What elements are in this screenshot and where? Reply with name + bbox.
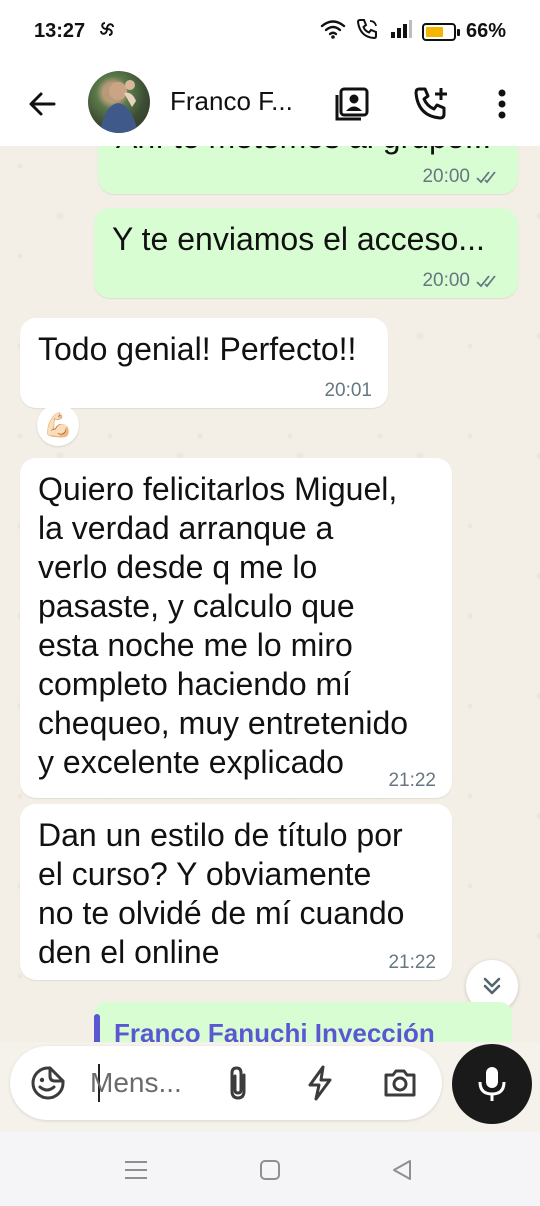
arrow-left-icon [29, 92, 56, 116]
message-bubble-incoming[interactable]: Quiero felicitarlos Miguel, la verdad ar… [20, 458, 452, 798]
add-call-button[interactable] [410, 82, 454, 126]
status-time: 13:27 [34, 19, 86, 42]
contact-name[interactable]: Franco F... [170, 86, 293, 117]
more-options-button[interactable] [480, 82, 524, 126]
message-time: 20:01 [324, 380, 372, 401]
message-time: 21:22 [388, 770, 436, 791]
message-meta: 20:00 [422, 166, 502, 188]
back-button[interactable] [22, 84, 62, 124]
message-text: Ahí te metemos al grupo... [116, 146, 500, 157]
double-check-icon [476, 275, 496, 288]
menu-lines-icon [125, 1161, 147, 1179]
message-time: 20:00 [422, 270, 470, 291]
quick-reply-button[interactable] [300, 1063, 340, 1103]
quoted-title: Franco Fanuchi Inyección [114, 1018, 435, 1042]
message-meta: 21:22 [388, 770, 436, 792]
message-composer [10, 1046, 442, 1120]
message-bubble-outgoing[interactable]: Ahí te metemos al grupo... 20:00 [98, 146, 518, 194]
message-bubble-incoming[interactable]: Dan un estilo de título por el curso? Y … [20, 804, 452, 980]
home-button[interactable] [250, 1152, 290, 1188]
camera-button[interactable] [380, 1063, 420, 1103]
square-icon [260, 1160, 280, 1180]
contact-card-icon [335, 87, 369, 121]
message-reaction[interactable]: 💪🏻 [37, 404, 79, 446]
message-meta: 21:22 [388, 952, 436, 974]
sticker-icon [31, 1066, 65, 1100]
wifi-call-icon [356, 18, 380, 45]
quote-accent-bar [94, 1014, 100, 1042]
lightning-icon [308, 1065, 332, 1101]
message-text: Y te enviamos el acceso... [112, 221, 485, 257]
wifi-icon [320, 19, 346, 44]
attach-icon [230, 1066, 246, 1100]
sticker-button[interactable] [28, 1063, 68, 1103]
contact-card-button[interactable] [330, 82, 374, 126]
signal-icon [390, 19, 412, 44]
triangle-back-icon [393, 1160, 411, 1180]
chat-header: Franco F... [0, 62, 540, 146]
chat-messages[interactable]: Ahí te metemos al grupo... 20:00 Y te en… [0, 146, 540, 1042]
message-text: Quiero felicitarlos Miguel, la verdad ar… [38, 471, 409, 780]
message-bubble-incoming[interactable]: Todo genial! Perfecto!! 20:01 [20, 318, 388, 408]
voice-record-button[interactable] [452, 1044, 532, 1124]
message-meta: 20:00 [422, 270, 502, 292]
message-meta: 20:01 [324, 380, 372, 402]
add-call-icon [414, 87, 447, 120]
status-bar: 13:27 66% [0, 0, 540, 62]
message-bubble-outgoing[interactable]: Y te enviamos el acceso... 20:00 [94, 208, 518, 298]
message-text: Dan un estilo de título por el curso? Y … [38, 817, 405, 970]
avatar[interactable] [88, 71, 150, 133]
battery-icon [421, 22, 460, 41]
chevron-double-down-icon [483, 977, 501, 995]
double-check-icon [476, 171, 496, 184]
message-input[interactable] [90, 1062, 200, 1104]
battery-percent: 66% [465, 20, 506, 42]
camera-icon [384, 1069, 416, 1097]
battery-level [425, 26, 444, 37]
system-nav-bar [0, 1132, 540, 1206]
attach-button[interactable] [218, 1063, 258, 1103]
message-bubble-outgoing-partial[interactable]: Franco Fanuchi Inyección [94, 1002, 512, 1042]
more-vertical-icon [498, 89, 506, 119]
back-nav-button[interactable] [382, 1152, 422, 1188]
message-text: Todo genial! Perfecto!! [38, 331, 357, 367]
message-time: 21:22 [388, 952, 436, 973]
pinwheel-icon [97, 19, 117, 44]
recent-apps-button[interactable] [116, 1152, 156, 1188]
status-indicators: 66% [320, 18, 506, 45]
message-time: 20:00 [422, 166, 470, 187]
mic-icon [478, 1067, 506, 1101]
